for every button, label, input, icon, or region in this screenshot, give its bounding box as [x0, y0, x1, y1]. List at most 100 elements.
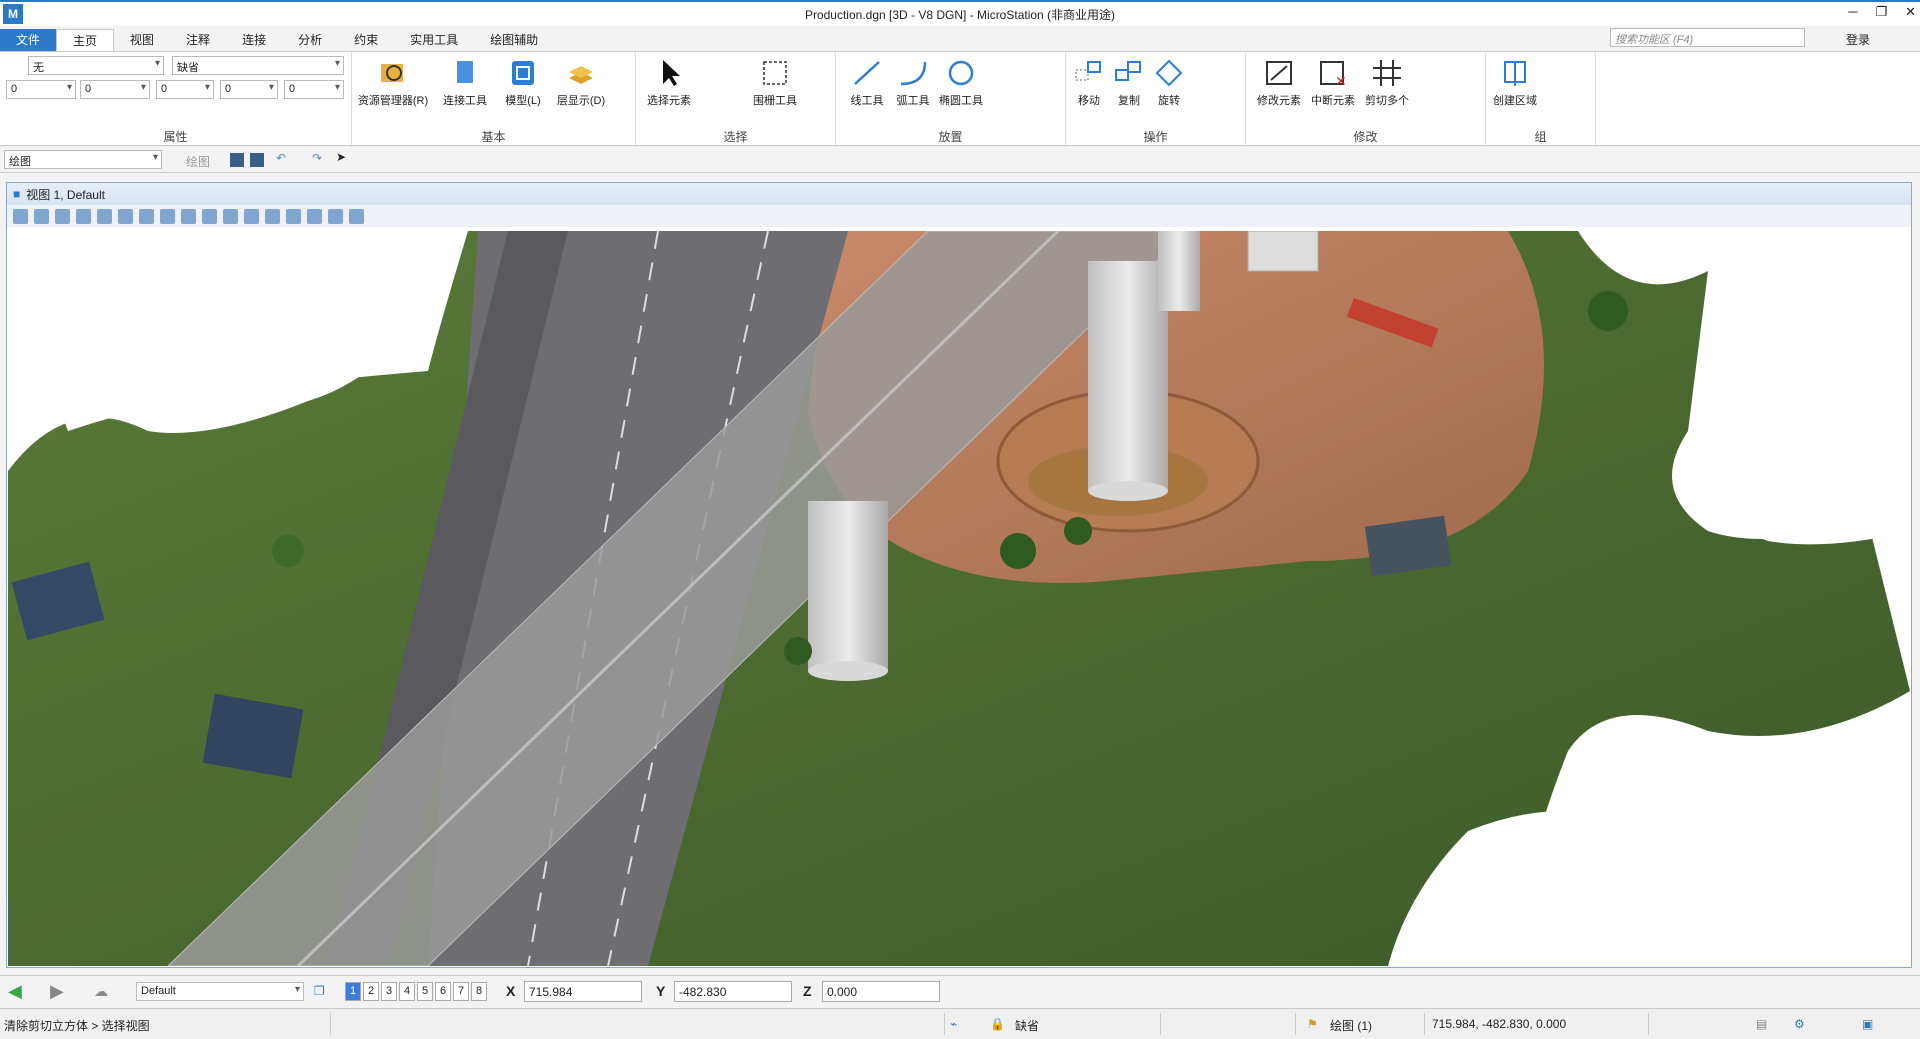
- ribbon: 无 缺省 0 0 0 0 0 属性 资源管理器(R) 连接工具 模型(L) 层显…: [0, 51, 1920, 147]
- notifications-icon[interactable]: ▣: [1862, 1017, 1873, 1031]
- ribbon-search-input[interactable]: 搜索功能区 (F4): [1610, 28, 1805, 47]
- save-settings-icon[interactable]: [250, 153, 264, 167]
- rotate-view-icon[interactable]: [181, 208, 196, 224]
- 3d-viewport[interactable]: [8, 231, 1910, 966]
- group-groups: 创建区域 组: [1486, 52, 1596, 147]
- rotate-button[interactable]: 旋转: [1146, 58, 1192, 108]
- group-label-attributes: 属性: [163, 130, 188, 144]
- view-1-button[interactable]: 1: [345, 982, 361, 1001]
- level-display-button[interactable]: 层显示(D): [552, 58, 610, 108]
- models-button[interactable]: 模型(L): [494, 58, 552, 108]
- window-title: Production.dgn [3D - V8 DGN] - MicroStat…: [804, 8, 1116, 22]
- view-7-button[interactable]: 7: [453, 982, 469, 1001]
- redo-icon[interactable]: ↷: [312, 151, 322, 165]
- fit-view-icon[interactable]: [160, 208, 175, 224]
- back-icon[interactable]: ◀: [8, 981, 22, 1002]
- x-coordinate-field[interactable]: 715.984: [524, 981, 642, 1002]
- bridge-pier-1[interactable]: [1088, 261, 1168, 491]
- drawing-workflow-label[interactable]: 绘图: [186, 153, 210, 170]
- view-3-button[interactable]: 3: [381, 982, 397, 1001]
- view-groups-icon[interactable]: ❐: [314, 984, 325, 998]
- settings-icon[interactable]: ⚙: [1794, 1017, 1805, 1031]
- create-region-button[interactable]: 创建区域: [1486, 58, 1544, 108]
- level-combo[interactable]: 无: [28, 56, 164, 75]
- zoom-in-icon[interactable]: [97, 208, 112, 224]
- group-label-selection: 选择: [723, 130, 748, 144]
- ellipse-tools-button[interactable]: 椭圆工具: [932, 58, 990, 108]
- view-attributes-icon[interactable]: [13, 208, 28, 224]
- arc-icon: [897, 58, 929, 88]
- y-coordinate-field[interactable]: -482.830: [674, 981, 792, 1002]
- tab-annotate[interactable]: 注释: [170, 29, 226, 51]
- break-element-button[interactable]: ✕ 中断元素: [1304, 58, 1362, 108]
- color-combo[interactable]: 0: [6, 80, 76, 99]
- zoom-out-icon[interactable]: [118, 208, 133, 224]
- style-combo[interactable]: 缺省: [172, 56, 344, 75]
- select-element-button[interactable]: 选择元素: [640, 58, 698, 108]
- fence-tools-button[interactable]: 围栅工具: [746, 58, 804, 108]
- z-coordinate-field[interactable]: 0.000: [822, 981, 940, 1002]
- clip-volume-icon[interactable]: [307, 208, 322, 224]
- view-number-buttons: 12345678: [345, 982, 489, 1001]
- bridge-pier-3[interactable]: [808, 501, 888, 671]
- weight-combo[interactable]: 0: [156, 80, 214, 99]
- view-icon: ■: [13, 187, 21, 201]
- login-link[interactable]: 登录: [1846, 31, 1870, 48]
- attach-tools-button[interactable]: 连接工具: [436, 58, 494, 108]
- cloud-icon[interactable]: ☁: [94, 983, 108, 1000]
- view-2-button[interactable]: 2: [363, 982, 379, 1001]
- view-previous-icon[interactable]: [244, 208, 259, 224]
- group-attributes: 无 缺省 0 0 0 0 0 属性: [0, 52, 352, 147]
- undo-icon[interactable]: ↶: [276, 151, 286, 165]
- forward-icon[interactable]: ▶: [50, 981, 64, 1002]
- bridge-pier-2[interactable]: [1158, 231, 1200, 311]
- linestyle-combo[interactable]: 0: [80, 80, 150, 99]
- coordinate-bar: ◀ ▶ ☁ Default ❐ 12345678 X 715.984 Y -48…: [0, 975, 1920, 1005]
- priority-combo[interactable]: 0: [284, 80, 344, 99]
- clip-mask-icon[interactable]: [328, 208, 343, 224]
- view-6-button[interactable]: 6: [435, 982, 451, 1001]
- close-button[interactable]: ✕: [1905, 4, 1916, 20]
- update-icon[interactable]: [76, 208, 91, 224]
- snap-icon[interactable]: ⌁: [950, 1017, 957, 1031]
- save-icon[interactable]: [230, 153, 244, 167]
- tab-file[interactable]: 文件: [0, 29, 57, 51]
- active-level[interactable]: 缺省: [1015, 1017, 1039, 1034]
- select-arrow-icon[interactable]: ➤: [336, 150, 346, 164]
- lighting-icon[interactable]: [55, 208, 70, 224]
- tab-utilities[interactable]: 实用工具: [394, 29, 474, 51]
- modify-element-button[interactable]: 修改元素: [1250, 58, 1308, 108]
- explorer-button[interactable]: 资源管理器(R): [356, 58, 430, 108]
- view-group-combo[interactable]: Default: [136, 982, 304, 1001]
- active-model[interactable]: 绘图 (1): [1330, 1017, 1372, 1034]
- transparency-combo[interactable]: 0: [220, 80, 278, 99]
- view-4-button[interactable]: 4: [399, 982, 415, 1001]
- explorer-icon: [377, 58, 409, 88]
- window-area-icon[interactable]: [139, 208, 154, 224]
- tab-attach[interactable]: 连接: [226, 29, 282, 51]
- tab-view[interactable]: 视图: [114, 29, 170, 51]
- minimize-button[interactable]: ─: [1848, 4, 1857, 20]
- walk-icon[interactable]: [223, 208, 238, 224]
- quick-access-toolbar: 绘图 绘图 ↶ ↷ ➤: [0, 147, 1920, 173]
- copy-view-icon[interactable]: [286, 208, 301, 224]
- pan-hand-icon[interactable]: [202, 208, 217, 224]
- tab-constraints[interactable]: 约束: [338, 29, 394, 51]
- view-8-button[interactable]: 8: [471, 982, 487, 1001]
- pier-cap: [1247, 231, 1319, 272]
- ellipse-icon: [945, 58, 977, 88]
- lock-icon[interactable]: 🔒: [990, 1017, 1005, 1031]
- tab-home[interactable]: 主页: [56, 29, 115, 51]
- restore-button[interactable]: ❐: [1875, 4, 1887, 20]
- view-5-button[interactable]: 5: [417, 982, 433, 1001]
- models-icon: [507, 58, 539, 88]
- view-next-icon[interactable]: [265, 208, 280, 224]
- model-combo[interactable]: 绘图: [4, 150, 162, 169]
- tab-drawing-aids[interactable]: 绘图辅助: [474, 29, 554, 51]
- trim-multiple-button[interactable]: 剪切多个: [1358, 58, 1416, 108]
- display-style-icon[interactable]: [34, 208, 49, 224]
- group-basic: 资源管理器(R) 连接工具 模型(L) 层显示(D) 基本: [352, 52, 636, 147]
- print-icon[interactable]: ▤: [1756, 1017, 1767, 1031]
- tab-analyze[interactable]: 分析: [282, 29, 338, 51]
- camera-icon[interactable]: [349, 208, 364, 224]
